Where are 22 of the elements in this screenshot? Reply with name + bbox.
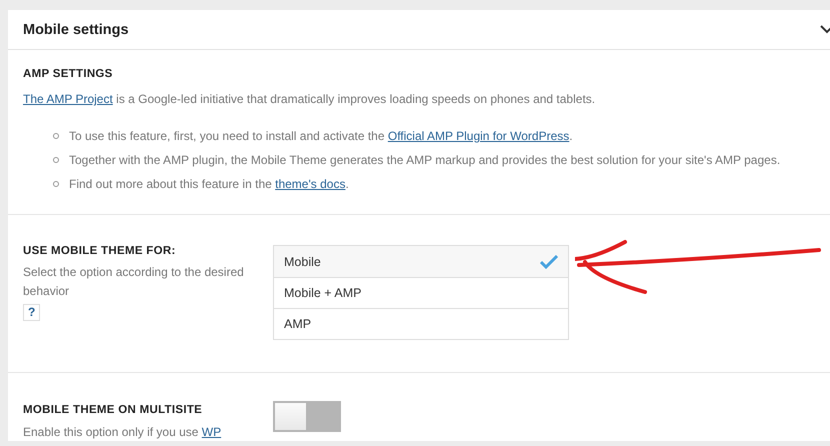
panel-title: Mobile settings xyxy=(23,22,129,38)
description-text: Select the option according to the desired behavior xyxy=(23,264,245,300)
section-heading: MOBILE THEME ON MULTISITE xyxy=(23,404,204,416)
section-heading: USE MOBILE THEME FOR: xyxy=(23,245,177,257)
link[interactable]: WP xyxy=(202,425,222,439)
help-button[interactable]: ? xyxy=(23,304,40,321)
bullet-icon xyxy=(53,157,59,163)
link[interactable]: The AMP Project xyxy=(23,92,113,106)
link[interactable]: Official AMP Plugin for WordPress xyxy=(388,129,570,143)
toggle-switch[interactable] xyxy=(273,401,341,432)
intro-text: The AMP Project is a Google-led initiative that dramatically improves loading speeds on phones and tablets. xyxy=(23,91,596,108)
bullet-icon xyxy=(53,181,59,187)
check-icon xyxy=(540,254,558,268)
bullet-text: To use this feature, first, you need to install and activate the Official AMP Plugin for WordPress. xyxy=(69,128,573,145)
bullet-text: Find out more about this feature in the theme's docs. xyxy=(69,176,349,193)
description-text: Enable this option only if you use WP xyxy=(23,424,222,441)
panel-header[interactable]: Mobile settings xyxy=(8,10,830,50)
section-heading: AMP SETTINGS xyxy=(23,68,114,80)
option-item[interactable]: Mobile xyxy=(274,246,568,277)
bullet-icon xyxy=(53,133,59,139)
bullet-text: Together with the AMP plugin, the Mobile Theme generates the AMP markup and provides the best solution for your site's AMP pages. xyxy=(69,152,780,169)
link[interactable]: theme's docs xyxy=(275,177,346,191)
